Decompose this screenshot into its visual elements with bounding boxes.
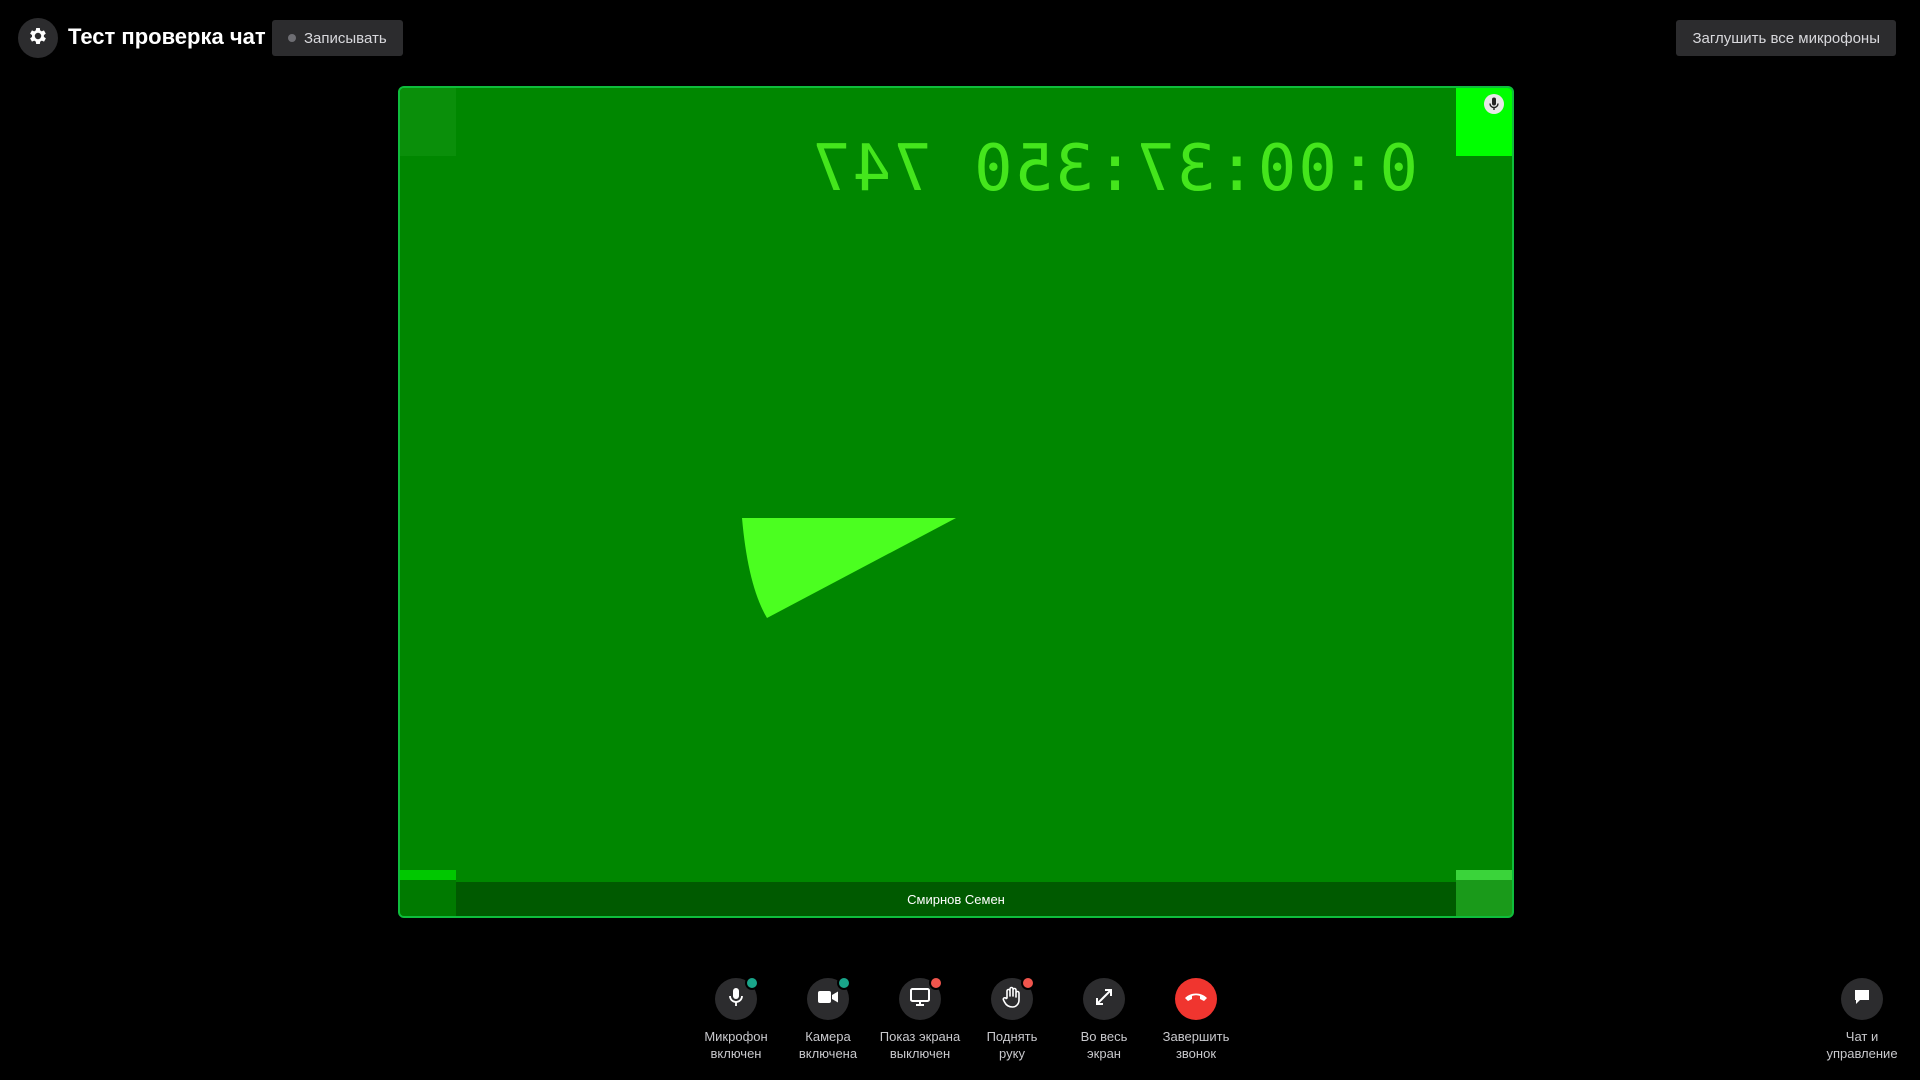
room-title: Тест проверка чат [68,24,266,49]
camera-button-circle [807,976,851,1020]
call-controls: Микрофон включен Камера включена Показ э… [690,976,1242,1062]
fullscreen-button[interactable]: Во весь экран [1058,978,1150,1062]
status-badge [1021,976,1035,990]
chat-bubble-icon [1853,988,1871,1011]
record-button-label: Записывать [304,29,387,47]
hand-icon [1002,986,1022,1013]
fullscreen-label: Во весь экран [1080,1029,1128,1061]
participant-name: Смирнов Семен [456,882,1456,916]
screen-share-label: Показ экрана выключен [879,1029,961,1061]
monitor-icon [910,987,930,1011]
end-call-label: Завершить звонок [1162,1029,1230,1061]
microphone-button-circle [715,976,759,1020]
status-badge [837,976,851,990]
chat-and-controls-button[interactable]: Чат и управление [1814,978,1910,1062]
camera-label: Камера включена [798,1029,858,1061]
video-timecode: 0:00:37:350 747 [810,132,1418,206]
top-bar: Тест проверка чат Записывать Заглушить в… [0,0,1920,76]
end-call-button[interactable]: Завершить звонок [1150,978,1242,1062]
end-call-button-circle [1175,978,1217,1020]
participant-mic-icon [1484,94,1504,114]
screen-share-button-circle [899,976,943,1020]
video-corner-marker [1456,880,1512,916]
raise-hand-button-circle [991,976,1035,1020]
record-dot-icon [288,34,296,42]
video-corner-marker [400,88,456,156]
chat-button-circle [1841,978,1883,1020]
settings-button[interactable] [18,18,58,58]
phone-hangup-icon [1184,990,1208,1008]
gear-icon [27,25,49,52]
chat-label: Чат и управление [1826,1029,1898,1061]
expand-icon [1094,987,1114,1012]
participant-video-tile[interactable]: 0:00:37:350 747 Смирнов Семен [398,86,1514,918]
status-badge [929,976,943,990]
raise-hand-label: Поднять руку [986,1029,1038,1061]
video-camera-icon [818,990,838,1009]
mute-all-button[interactable]: Заглушить все микрофоны [1676,20,1896,56]
status-badge [745,976,759,990]
video-test-shape [742,518,956,618]
raise-hand-button[interactable]: Поднять руку [966,976,1058,1062]
record-button[interactable]: Записывать [272,20,403,56]
microphone-toggle-button[interactable]: Микрофон включен [690,976,782,1062]
microphone-icon [727,987,745,1012]
fullscreen-button-circle [1083,978,1125,1020]
microphone-label: Микрофон включен [704,1029,768,1061]
screen-share-button[interactable]: Показ экрана выключен [874,976,966,1062]
video-corner-marker [400,880,456,916]
camera-toggle-button[interactable]: Камера включена [782,976,874,1062]
video-corner-marker [1456,88,1512,156]
